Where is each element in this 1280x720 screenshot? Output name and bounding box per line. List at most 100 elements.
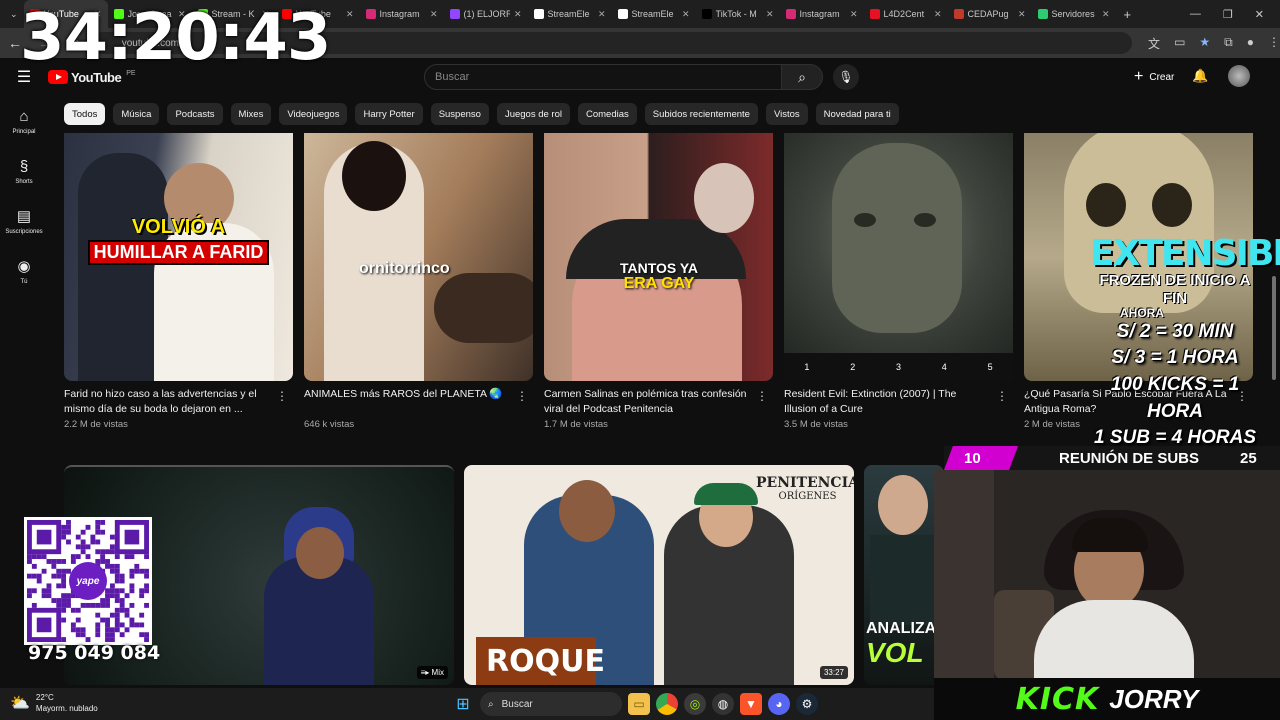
obs-icon[interactable]: ◍	[712, 693, 734, 715]
price-item: 100 KICKS = 1 HORA	[1110, 373, 1240, 422]
browser-tab[interactable]: StreamEle ✕	[612, 0, 696, 28]
filter-chip[interactable]: Suspenso	[430, 103, 489, 125]
browser-tab[interactable]: (1) ELJORR ✕	[444, 0, 528, 28]
tab-close-icon[interactable]: ✕	[1102, 9, 1110, 20]
search-icon: ⌕	[488, 698, 494, 710]
search-input[interactable]: Buscar	[424, 64, 782, 90]
browser-tab[interactable]: Servidores ✕	[1032, 0, 1116, 28]
account-avatar[interactable]	[1228, 65, 1250, 87]
playlist-icon: ≡▸	[420, 668, 430, 677]
more-actions-icon[interactable]: ⋮	[756, 389, 769, 403]
bookmark-star-icon[interactable]: ★	[1199, 35, 1210, 52]
promo-subtitle: FROZEN DE INICIO A FIN	[1099, 272, 1251, 307]
sidebar-item-suscripciones[interactable]: ▤ Suscripciones	[0, 196, 48, 246]
taskbar-search[interactable]: ⌕ Buscar	[480, 692, 622, 716]
extensions-icon[interactable]: ⧉	[1224, 35, 1233, 52]
tab-close-icon[interactable]: ✕	[598, 9, 606, 20]
filter-chip[interactable]: Subidos recientemente	[644, 103, 758, 125]
translate-icon[interactable]: 文	[1148, 35, 1160, 52]
brave-icon[interactable]: ▼	[740, 693, 762, 715]
filter-chip[interactable]: Juegos de rol	[496, 103, 570, 125]
tab-close-icon[interactable]: ✕	[850, 9, 858, 20]
windows-start-icon[interactable]: ⊞	[452, 693, 474, 715]
browser-tab[interactable]: Instagram ✕	[360, 0, 444, 28]
video-title[interactable]: Resident Evil: Extinction (2007) | The I…	[784, 387, 989, 417]
voice-search-button[interactable]: 🎙	[833, 64, 859, 90]
minimize-icon[interactable]: —	[1190, 8, 1201, 21]
video-card[interactable]: TANTOS YA ERA GAY Carmen Salinas en polé…	[544, 133, 773, 430]
video-title[interactable]: ANIMALES más RAROS del PLANETA 🌏	[304, 387, 509, 417]
browser-tab[interactable]: Instagram ✕	[780, 0, 864, 28]
sidebar-item-principal[interactable]: ⌂ Principal	[0, 96, 48, 146]
video-card[interactable]: ornitorrinco ANIMALES más RAROS del PLAN…	[304, 133, 533, 430]
cast-icon[interactable]: ▭	[1174, 35, 1185, 52]
tab-close-icon[interactable]: ✕	[514, 9, 522, 20]
video-thumbnail[interactable]: ANALIZA VOL	[864, 465, 944, 685]
more-actions-icon[interactable]: ⋮	[276, 389, 289, 403]
video-card[interactable]: 1 2 3 4 5 Resident Evil: Extinction (2007) |…	[784, 133, 1013, 430]
tab-close-icon[interactable]: ✕	[934, 9, 942, 20]
chrome-icon[interactable]	[656, 693, 678, 715]
tab-close-icon[interactable]: ✕	[1018, 9, 1026, 20]
browser-tab[interactable]: StreamEle ✕	[528, 0, 612, 28]
video-thumbnail[interactable]: PENITENCIA ORÍGENES ROQUE 33:27	[464, 465, 854, 685]
video-title[interactable]: Farid no hizo caso a las advertencias y …	[64, 387, 269, 417]
close-window-icon[interactable]: ✕	[1255, 8, 1264, 21]
more-actions-icon[interactable]: ⋮	[516, 389, 529, 403]
search-icon: ⌕	[798, 68, 806, 85]
tab-close-icon[interactable]: ✕	[682, 9, 690, 20]
more-actions-icon[interactable]: ⋮	[996, 389, 1009, 403]
chapter-markers: 1 2 3 4 5	[784, 353, 1013, 381]
new-tab-button[interactable]: +	[1116, 7, 1140, 22]
filter-chip[interactable]: Todos	[64, 103, 106, 125]
sidebar-item-t[interactable]: ◉ Tú	[0, 246, 48, 296]
tab-title: (1) ELJORR	[463, 9, 510, 19]
filter-chip[interactable]: Harry Potter	[355, 103, 423, 125]
filter-chip[interactable]: Música	[113, 103, 160, 125]
video-thumbnail[interactable]: 1 2 3 4 5	[784, 133, 1013, 381]
chapter-number: 1	[804, 362, 810, 372]
page-scrollbar[interactable]	[1272, 276, 1276, 380]
tab-favicon-icon	[449, 9, 460, 19]
profile-icon[interactable]: ●	[1247, 35, 1254, 52]
sidebar-item-label: Suscripciones	[5, 229, 43, 235]
filter-chip[interactable]: Videojuegos	[279, 103, 348, 125]
video-title[interactable]: Carmen Salinas en polémica tras confesió…	[544, 387, 749, 417]
sidebar-item-shorts[interactable]: § Shorts	[0, 146, 48, 196]
filter-chip[interactable]: Vistos	[765, 103, 808, 125]
maximize-icon[interactable]: ❐	[1223, 8, 1233, 21]
video-thumbnail[interactable]: ornitorrinco	[304, 133, 533, 381]
thumbnail-overlay-text: VOLVIÓ A	[131, 216, 226, 238]
filter-chip[interactable]: Comedias	[578, 103, 637, 125]
tab-favicon-icon	[533, 9, 544, 19]
video-thumbnail[interactable]: VOLVIÓ A HUMILLAR A FARID	[64, 133, 293, 381]
tab-close-icon[interactable]: ✕	[766, 9, 774, 20]
tab-title: Instagram	[379, 9, 420, 19]
browser-tab[interactable]: TikTok - M ✕	[696, 0, 780, 28]
discord-icon[interactable]: ◕	[768, 693, 790, 715]
kick-logo: KICK	[1015, 681, 1100, 717]
search-button[interactable]: ⌕	[781, 64, 823, 90]
tab-close-icon[interactable]: ✕	[430, 9, 438, 20]
you-icon: ◉	[17, 258, 31, 275]
filter-chip[interactable]: Podcasts	[167, 103, 223, 125]
weather-widget[interactable]: ⛅ 22°C Mayorm. nublado	[10, 692, 98, 714]
video-card[interactable]: VOLVIÓ A HUMILLAR A FARID Farid no hizo …	[64, 133, 293, 430]
browser-tab[interactable]: CEDAPug ✕	[948, 0, 1032, 28]
tab-close-icon[interactable]: ✕	[346, 9, 354, 20]
cloud-icon: ⛅	[10, 695, 30, 712]
subs-current: 10	[944, 446, 1018, 470]
browser-tab[interactable]: L4D2Cent ✕	[864, 0, 948, 28]
filter-chip[interactable]: Mixes	[230, 103, 272, 125]
thumbnail-overlay-text: ERA GAY	[623, 274, 695, 292]
file-explorer-icon[interactable]: ▭	[628, 693, 650, 715]
video-thumbnail[interactable]: TANTOS YA ERA GAY	[544, 133, 773, 381]
menu-dots-icon[interactable]: ⋮	[1268, 35, 1280, 52]
yape-qr-code: yape	[24, 517, 152, 645]
video-views: 646 k vistas	[304, 419, 355, 430]
filter-chip[interactable]: Novedad para ti	[815, 103, 899, 125]
steam-icon[interactable]: ⚙	[796, 693, 818, 715]
create-button[interactable]: + Crear	[1124, 64, 1184, 90]
notifications-bell-icon[interactable]: 🔔	[1192, 68, 1208, 84]
xbox-icon[interactable]: ◎	[684, 693, 706, 715]
